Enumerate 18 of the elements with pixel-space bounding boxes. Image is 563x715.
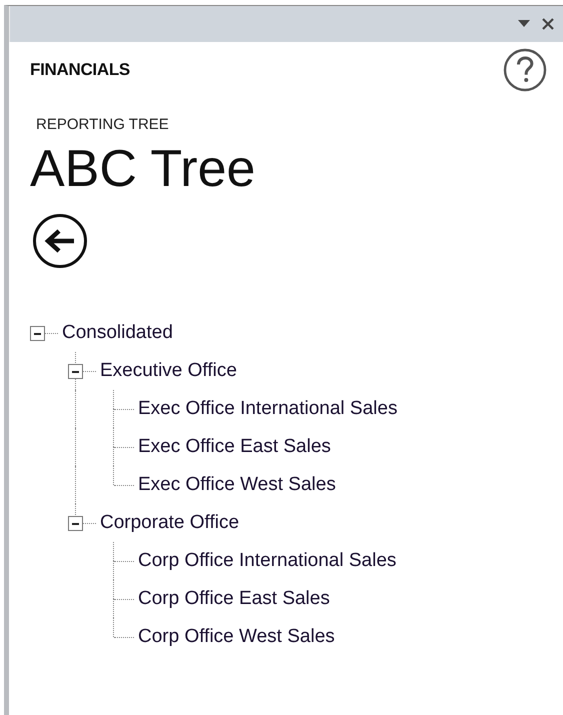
pane-title: FINANCIALS — [30, 60, 130, 80]
tree-item[interactable]: Corp Office West Sales — [138, 626, 335, 648]
tree-item[interactable]: Corporate Office — [100, 512, 240, 534]
collapse-icon[interactable] — [68, 516, 83, 531]
close-icon[interactable] — [542, 18, 554, 30]
section-label: REPORTING TREE — [36, 116, 170, 133]
tree-item[interactable]: Exec Office East Sales — [138, 436, 331, 458]
tree-item[interactable]: Consolidated — [62, 322, 173, 344]
tree-item[interactable]: Corp Office East Sales — [138, 588, 330, 610]
collapse-icon[interactable] — [30, 326, 45, 341]
tree-item[interactable]: Exec Office International Sales — [138, 398, 398, 420]
tree-name: ABC Tree — [30, 139, 256, 200]
help-icon[interactable] — [503, 48, 547, 92]
tree-item[interactable]: Executive Office — [100, 360, 237, 382]
collapse-icon[interactable] — [68, 364, 83, 379]
tree-item[interactable]: Corp Office International Sales — [138, 550, 396, 572]
dropdown-icon[interactable] — [518, 20, 530, 28]
tree-item[interactable]: Exec Office West Sales — [138, 474, 336, 496]
